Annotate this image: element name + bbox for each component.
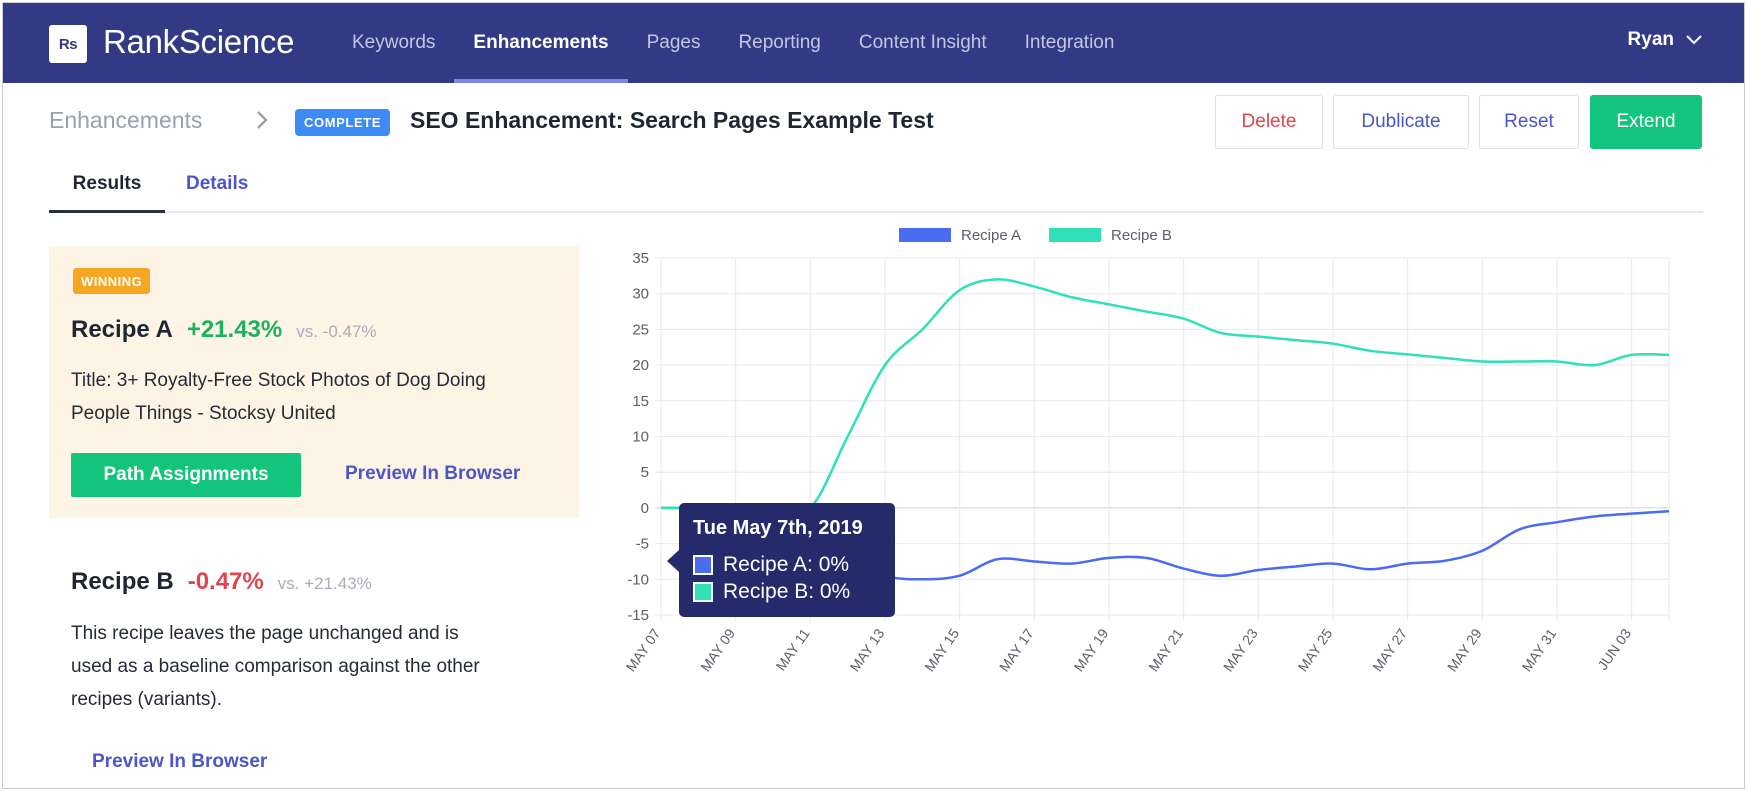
recipe-b-series-line (660, 278, 1670, 515)
legend-label-recipe-a: Recipe A (961, 228, 1021, 244)
recipe-a-name: Recipe A (71, 316, 173, 343)
x-tick-label: MAY 07 (623, 625, 664, 674)
y-tick-label: -10 (627, 571, 649, 588)
nav-item-reporting[interactable]: Reporting (719, 3, 839, 83)
status-badge: COMPLETE (295, 109, 391, 136)
x-tick-label: MAY 17 (996, 625, 1037, 674)
breadcrumb[interactable]: Enhancements (49, 107, 202, 134)
y-tick-label: -5 (636, 536, 649, 553)
delete-button[interactable]: Delete (1215, 95, 1323, 149)
page-title: SEO Enhancement: Search Pages Example Te… (410, 107, 934, 133)
extend-button[interactable]: Extend (1590, 95, 1702, 149)
chevron-right-icon (257, 111, 268, 129)
x-tick-label: MAY 13 (847, 625, 888, 674)
brand-name[interactable]: RankScience (103, 23, 294, 61)
logo-text: Rs (58, 35, 78, 53)
y-tick-label: 15 (632, 393, 649, 410)
tabs-divider (49, 211, 1703, 213)
y-tick-label: 0 (641, 500, 649, 517)
legend-label-recipe-b: Recipe B (1111, 228, 1172, 244)
tooltip-recipe-a-value: Recipe A: 0% (723, 553, 850, 576)
y-tick-label: 20 (632, 357, 649, 374)
user-menu[interactable]: Ryan (1628, 29, 1702, 51)
recipe-b-desc-line: used as a baseline comparison against th… (71, 656, 480, 677)
recipe-a-card: WINNING Recipe A +21.43% vs. -0.47% Titl… (49, 246, 579, 518)
logo-icon[interactable]: Rs (49, 25, 87, 63)
y-tick-label: -15 (627, 607, 649, 624)
nav-item-pages[interactable]: Pages (628, 3, 720, 83)
nav-item-keywords[interactable]: Keywords (333, 3, 454, 83)
recipe-a-change: +21.43% (186, 316, 283, 343)
recipe-b-swatch-icon (693, 582, 713, 602)
recipe-a-description: Title: 3+ Royalty-Free Stock Photos of D… (71, 364, 486, 430)
recipe-a-vs: vs. -0.47% (296, 322, 377, 341)
recipe-a-desc-line: Title: 3+ Royalty-Free Stock Photos of D… (71, 370, 486, 391)
nav-item-content-insight[interactable]: Content Insight (840, 3, 1006, 83)
recipe-a-swatch-icon (693, 555, 713, 575)
recipe-b-preview-link[interactable]: Preview In Browser (92, 751, 267, 773)
nav-item-enhancements[interactable]: Enhancements (454, 3, 628, 83)
tooltip-date: Tue May 7th, 2019 (693, 517, 863, 539)
tooltip-row-recipe-b: Recipe B: 0% (693, 580, 850, 604)
main-nav: Keywords Enhancements Pages Reporting Co… (333, 3, 1133, 83)
user-name: Ryan (1627, 29, 1674, 50)
recipe-a-preview-link[interactable]: Preview In Browser (345, 463, 520, 485)
tooltip-row-recipe-a: Recipe A: 0% (693, 553, 849, 577)
x-tick-label: MAY 21 (1145, 625, 1186, 674)
y-tick-label: 35 (632, 250, 649, 267)
y-tick-label: 30 (632, 286, 649, 303)
legend-swatch-recipe-b (1049, 228, 1101, 242)
app-window: Rs RankScience Keywords Enhancements Pag… (2, 2, 1745, 789)
winning-badge: WINNING (73, 268, 151, 294)
y-tick-label: 10 (632, 429, 649, 446)
nav-item-integration[interactable]: Integration (1006, 3, 1134, 83)
chart-tooltip: Tue May 7th, 2019 Recipe A: 0% Recipe B:… (667, 503, 895, 617)
recipe-b-desc-line: This recipe leaves the page unchanged an… (71, 623, 459, 644)
recipe-b-name: Recipe B (71, 568, 174, 595)
recipe-b-vs: vs. +21.43% (277, 574, 372, 593)
duplicate-button[interactable]: Dublicate (1333, 95, 1469, 149)
recipe-b-header: Recipe B -0.47% vs. +21.43% (71, 568, 372, 596)
x-tick-label: JUN 03 (1594, 625, 1634, 673)
x-tick-label: MAY 25 (1295, 625, 1336, 674)
x-tick-label: MAY 15 (921, 625, 962, 674)
recipe-a-desc-line: People Things - Stocksy United (71, 403, 336, 424)
y-tick-label: 25 (632, 321, 649, 338)
recipe-b-desc-line: recipes (variants). (71, 689, 222, 710)
tooltip-recipe-b-value: Recipe B: 0% (723, 580, 851, 603)
y-tick-label: 5 (641, 464, 649, 481)
top-navbar: Rs RankScience Keywords Enhancements Pag… (3, 3, 1744, 83)
path-assignments-button[interactable]: Path Assignments (71, 453, 301, 497)
legend-swatch-recipe-a (899, 228, 951, 242)
reset-button[interactable]: Reset (1479, 95, 1579, 149)
x-tick-label: MAY 09 (697, 625, 738, 674)
x-tick-label: MAY 31 (1519, 625, 1560, 674)
recipe-b-description: This recipe leaves the page unchanged an… (71, 617, 480, 716)
results-line-chart[interactable]: -15 -10 -5 0 5 10 15 20 25 30 35 MAY 07 MAY 09 MAY 11… (603, 228, 1703, 768)
recipe-a-header: Recipe A +21.43% vs. -0.47% (71, 316, 377, 344)
x-tick-label: MAY 27 (1369, 625, 1410, 674)
tab-details[interactable]: Details (186, 173, 248, 195)
recipe-b-change: -0.47% (187, 568, 264, 595)
chevron-down-icon (1686, 35, 1702, 45)
x-tick-label: MAY 23 (1220, 625, 1261, 674)
x-tick-label: MAY 19 (1071, 625, 1112, 674)
x-tick-label: MAY 11 (772, 625, 812, 673)
tab-results[interactable]: Results (49, 173, 165, 213)
x-tick-label: MAY 29 (1444, 625, 1485, 674)
